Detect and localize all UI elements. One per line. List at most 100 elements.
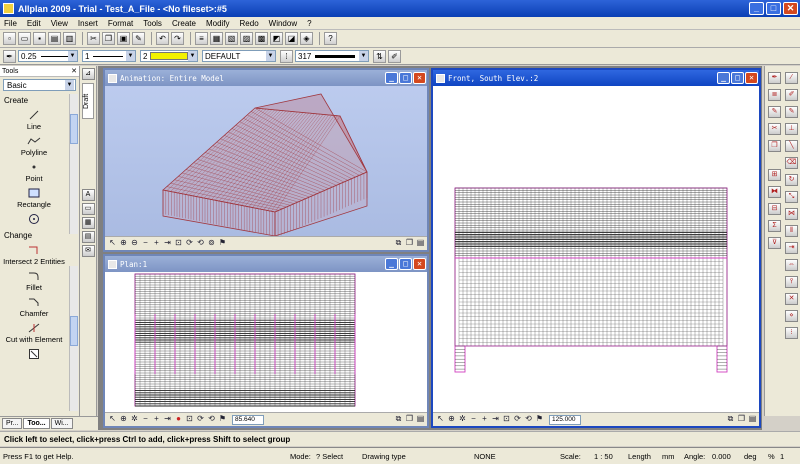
angle-unit[interactable]: deg (744, 452, 757, 461)
scale-value[interactable]: 1 : 50 (594, 452, 613, 461)
plan-maximize-button[interactable]: □ (399, 258, 412, 270)
tool-point[interactable]: Point (0, 160, 68, 183)
angle-value[interactable]: 0.000 (712, 452, 731, 461)
drawing-type-value[interactable]: NONE (474, 452, 496, 461)
color-select[interactable]: 2 ▼ (140, 50, 198, 62)
change-section-scrollbar[interactable] (69, 266, 78, 411)
refresh-icon[interactable]: ⟳ (185, 239, 194, 248)
tab-wizards[interactable]: Wi... (50, 418, 73, 429)
pin-icon[interactable]: ⊿ (81, 68, 95, 80)
plus-icon[interactable]: + (480, 415, 489, 424)
menu-redo[interactable]: Redo (235, 19, 264, 28)
layout-icon[interactable]: ▤ (81, 231, 95, 243)
zoom-all-icon[interactable]: ⊡ (185, 415, 194, 424)
format-properties-icon[interactable]: ⇅ (373, 49, 386, 63)
flag-icon[interactable]: ⚑ (218, 415, 227, 424)
join-icon[interactable]: ⋈ (785, 208, 798, 220)
new-file-icon[interactable]: ▫ (3, 32, 16, 45)
tools-category-select[interactable]: Basic ▼ (3, 79, 76, 91)
copy-icon[interactable]: ❐ (102, 32, 115, 45)
app-maximize-button[interactable]: □ (766, 2, 781, 15)
menu-file[interactable]: File (0, 19, 22, 28)
plan-close-button[interactable]: ✕ (413, 258, 426, 270)
window-tile-icon[interactable]: ⧉ (394, 415, 403, 424)
layer-icon[interactable]: ≡ (195, 32, 208, 45)
menu-window[interactable]: Window (264, 19, 302, 28)
window-print-icon[interactable]: ▤ (416, 239, 425, 248)
move-icon[interactable]: ⊞ (768, 169, 781, 181)
pen-blue-icon[interactable]: ✎ (785, 106, 798, 118)
front-scale-input[interactable]: 125.000 (549, 414, 581, 425)
select-arrow-icon[interactable]: ↖ (436, 415, 445, 424)
scrollbar-thumb[interactable] (70, 316, 78, 346)
menu-modify[interactable]: Modify (201, 19, 235, 28)
array-icon[interactable]: ⁝ (785, 327, 798, 339)
save-icon[interactable]: ▪ (33, 32, 46, 45)
menu-format[interactable]: Format (103, 19, 138, 28)
menu-view[interactable]: View (46, 19, 73, 28)
tool-fillet[interactable]: Fillet (0, 269, 68, 292)
menu-insert[interactable]: Insert (73, 19, 103, 28)
pan-icon[interactable]: ⇥ (163, 415, 172, 424)
settings-icon[interactable]: ✲ (458, 415, 467, 424)
record-icon[interactable]: ● (174, 415, 183, 424)
menu-help[interactable]: ? (302, 19, 316, 28)
tool-line[interactable]: Line (0, 108, 68, 131)
format-painter-icon[interactable]: ✎ (132, 32, 145, 45)
mirror-icon[interactable]: ⧓ (768, 186, 781, 198)
menu-tools[interactable]: Tools (138, 19, 167, 28)
tool-polyline[interactable]: Polyline (0, 134, 68, 157)
pick-point-icon[interactable]: ✒ (768, 72, 781, 84)
animation-minimize-button[interactable]: _ (385, 72, 398, 84)
percent-value[interactable]: 1 (780, 452, 784, 461)
plus-icon[interactable]: + (152, 415, 161, 424)
trim-icon[interactable]: ✂ (768, 123, 781, 135)
settings-icon[interactable]: ✲ (130, 415, 139, 424)
flag-icon[interactable]: ⚑ (218, 239, 227, 248)
refresh-icon[interactable]: ⟳ (196, 415, 205, 424)
fileset-icon[interactable]: ▦ (210, 32, 223, 45)
app-minimize-button[interactable]: _ (749, 2, 764, 15)
select-arrow-icon[interactable]: ↖ (108, 239, 117, 248)
select-arrow-icon[interactable]: ↖ (108, 415, 117, 424)
plan-viewport[interactable] (105, 272, 427, 412)
front-viewport[interactable] (433, 86, 759, 412)
line-red-icon[interactable]: ╲ (785, 140, 798, 152)
open-folder-icon[interactable]: ▭ (18, 32, 31, 45)
dimension-red-icon[interactable]: ⊥ (785, 123, 798, 135)
pan-icon[interactable]: ⇥ (491, 415, 500, 424)
close-icon[interactable]: ✕ (71, 67, 77, 75)
print-preview-icon[interactable]: ▥ (63, 32, 76, 45)
snap-grid-icon[interactable]: ≣ (768, 89, 781, 101)
scrollbar-thumb[interactable] (70, 114, 78, 144)
modify-icon[interactable]: ⋄ (785, 310, 798, 322)
delete-icon[interactable]: ✕ (785, 293, 798, 305)
flag-icon[interactable]: ⚑ (535, 415, 544, 424)
image-icon[interactable]: ◩ (270, 32, 283, 45)
front-minimize-button[interactable]: _ (717, 72, 730, 84)
paste-icon[interactable]: ▣ (117, 32, 130, 45)
stretch-icon[interactable]: ⇔ (785, 259, 798, 271)
pen-icon[interactable]: ✒ (3, 49, 16, 63)
animation-close-button[interactable]: ✕ (413, 72, 426, 84)
cut-icon[interactable]: ✂ (87, 32, 100, 45)
menu-edit[interactable]: Edit (22, 19, 46, 28)
pan-icon[interactable]: ⇥ (163, 239, 172, 248)
extend-icon[interactable]: ⇥ (785, 242, 798, 254)
copy-icon[interactable]: ❐ (768, 140, 781, 152)
tool-chamfer[interactable]: Chamfer (0, 295, 68, 318)
minus-icon[interactable]: − (141, 415, 150, 424)
window-tile-icon[interactable]: ⧉ (394, 239, 403, 248)
offset-icon[interactable]: ⫴ (785, 225, 798, 237)
measure-icon[interactable]: ⊟ (768, 203, 781, 215)
print-icon[interactable]: ▤ (48, 32, 61, 45)
tab-properties[interactable]: Pr... (2, 418, 23, 429)
front-close-button[interactable]: ✕ (745, 72, 758, 84)
line-type-select[interactable]: 1 ▼ (82, 50, 136, 62)
mail-icon[interactable]: ✉ (81, 245, 95, 257)
plan-scale-input[interactable]: 85.640 (232, 414, 264, 425)
scale-red-icon[interactable]: ⤡ (785, 191, 798, 203)
sum-icon[interactable]: Σ (768, 220, 781, 232)
animation-viewport[interactable] (105, 86, 427, 236)
hatch-icon[interactable]: ▦ (81, 217, 95, 229)
